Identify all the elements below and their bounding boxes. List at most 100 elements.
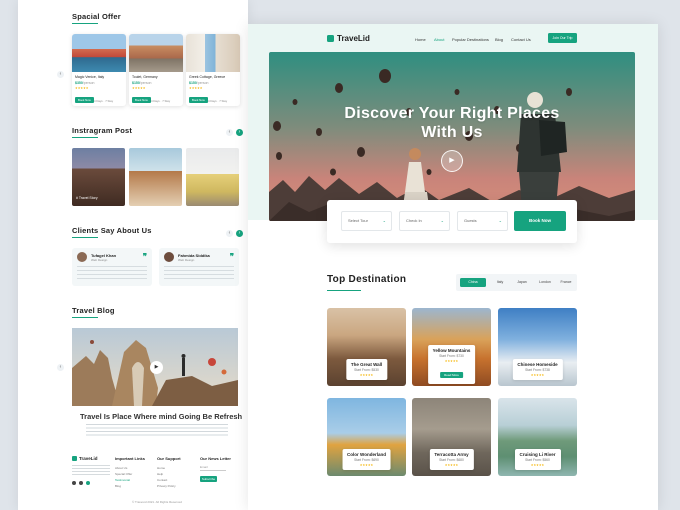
quote-icon: ❞ xyxy=(229,252,234,261)
footer-link[interactable]: Help xyxy=(157,472,163,476)
destination-card[interactable]: Yellow Mountains Start From: $730 ★★★★★ … xyxy=(412,308,491,386)
footer-link[interactable]: About Us xyxy=(115,466,127,470)
book-now-button[interactable]: Book Now xyxy=(189,97,208,103)
offer-image-greece xyxy=(186,34,240,72)
book-now-button[interactable]: Book Now xyxy=(514,211,566,231)
special-offer-title: Spacial Offer xyxy=(72,12,121,21)
select-tour-dropdown[interactable]: Select Tour ⌄ xyxy=(341,211,392,231)
destination-card[interactable]: Color Wonderland Start From: $690 ★★★★★ xyxy=(327,398,406,476)
testimonial-role: Web Design xyxy=(178,258,195,262)
clients-prev-button[interactable]: ‹ xyxy=(226,230,233,237)
logo-icon xyxy=(327,35,334,42)
nav-popular-destinations[interactable]: Popular Destinations xyxy=(452,37,489,42)
offer-image-venice xyxy=(72,34,126,72)
destination-name: Terracotta Army xyxy=(434,451,469,457)
destination-card[interactable]: Terracotta Army Start From: $680 ★★★★★ xyxy=(412,398,491,476)
special-offer-underline xyxy=(72,23,98,24)
nav-about[interactable]: About xyxy=(434,37,444,42)
hero-image: Discover Your Right Places With Us ▶ xyxy=(269,52,635,221)
nav-home[interactable]: Home xyxy=(415,37,426,42)
destination-price: Start From: $690 xyxy=(354,458,379,462)
destination-card[interactable]: Chinese Homeside Start From: $738 ★★★★★ xyxy=(498,308,577,386)
subscribe-button[interactable]: Subscribe xyxy=(200,476,217,482)
booking-search-box: Select Tour ⌄ Check In ⌄ Guests ⌄ Book Now xyxy=(327,200,577,243)
play-icon[interactable]: ▶ xyxy=(150,361,163,374)
book-now-button[interactable]: Book Now xyxy=(132,97,151,103)
blog-post-title[interactable]: Travel Is Place Where mind Going Be Refr… xyxy=(80,412,242,421)
nav-contact-us[interactable]: Contact Us xyxy=(511,37,531,42)
footer-link[interactable]: Testimonial xyxy=(115,478,130,482)
offer-price: $150/person xyxy=(132,81,152,85)
instagram-prev-button[interactable]: ‹ xyxy=(226,129,233,136)
rating-stars: ★★★★★ xyxy=(530,373,545,377)
facebook-icon[interactable] xyxy=(72,481,76,485)
instagram-post[interactable] xyxy=(129,148,182,206)
instagram-post-label: # Travel Story xyxy=(76,196,98,200)
twitter-icon[interactable] xyxy=(79,481,83,485)
avatar xyxy=(77,252,87,262)
avatar xyxy=(164,252,174,262)
guests-dropdown[interactable]: Guests ⌄ xyxy=(457,211,508,231)
instagram-post[interactable]: # Travel Story xyxy=(72,148,125,206)
offer-price: $350/person xyxy=(75,81,95,85)
offer-meta: 4 Days · 7 Stay xyxy=(208,99,228,103)
chevron-down-icon: ⌄ xyxy=(440,218,444,223)
rating-stars: ★★★★★ xyxy=(444,359,459,363)
rating-stars: ★★★★★ xyxy=(359,463,374,467)
destination-card[interactable]: The Great Wall Start From: $530 ★★★★★ xyxy=(327,308,406,386)
top-destination-underline xyxy=(327,290,361,291)
footer-link[interactable]: Home xyxy=(157,466,165,470)
blog-prev-button[interactable]: ‹ xyxy=(57,364,64,371)
check-in-dropdown[interactable]: Check In ⌄ xyxy=(399,211,450,231)
blog-post-excerpt xyxy=(86,424,228,438)
book-now-button[interactable]: Book Now xyxy=(75,97,94,103)
tab-japan[interactable]: Japan xyxy=(511,278,533,287)
newsletter-email-input[interactable]: Email xyxy=(200,465,226,471)
clients-underline xyxy=(72,237,98,238)
blog-image: ▶ xyxy=(72,328,238,406)
instagram-title: Instragram Post xyxy=(72,126,133,135)
destination-price: Start From: $738 xyxy=(525,368,550,372)
offer-card[interactable]: Greek Cottage, Greece $150/person ★★★★★ … xyxy=(186,34,240,106)
play-video-icon[interactable]: ▶ xyxy=(441,150,463,172)
footer-logo[interactable]: TraveLid xyxy=(72,456,98,462)
hero-title-line2: With Us xyxy=(421,124,483,141)
left-page: Spacial Offer ‹ Magic Venice, Italy $350… xyxy=(18,0,248,510)
destination-name: Chinese Homeside xyxy=(517,361,558,367)
footer-important-links-title: Important Links xyxy=(115,456,146,461)
chevron-down-icon: ⌄ xyxy=(382,218,386,223)
footer-link[interactable]: Special Offer xyxy=(115,472,132,476)
offer-card[interactable]: Magic Venice, Italy $350/person ★★★★★ Bo… xyxy=(72,34,126,106)
testimonial-role: Web Design xyxy=(91,258,108,262)
tab-italy[interactable]: Italy xyxy=(490,278,510,287)
read-more-button[interactable]: Read More xyxy=(440,372,463,378)
nav-blog[interactable]: Blog xyxy=(495,37,503,42)
copyright: © TraveLid 2021. All Rights Reserved xyxy=(132,500,182,504)
instagram-underline xyxy=(72,137,98,138)
offer-rating-stars: ★★★★★ xyxy=(75,86,89,90)
instagram-icon[interactable] xyxy=(86,481,90,485)
footer-link[interactable]: Blog xyxy=(115,484,121,488)
join-our-trip-button[interactable]: Join Our Trip xyxy=(548,33,577,43)
footer-link[interactable]: Contact xyxy=(157,478,167,482)
offer-meta: 4 Days · 7 Stay xyxy=(94,99,114,103)
tab-london[interactable]: London xyxy=(534,278,556,287)
instagram-post[interactable] xyxy=(186,148,239,206)
testimonial-text xyxy=(77,266,147,282)
special-offer-prev-button[interactable]: ‹ xyxy=(57,71,64,78)
tab-china[interactable]: China xyxy=(460,278,486,287)
destination-label: Color Wonderland Start From: $690 ★★★★★ xyxy=(342,448,391,470)
destination-label: Cruising Li River Start From: $560 ★★★★★ xyxy=(514,448,561,470)
destination-label: The Great Wall Start From: $530 ★★★★★ xyxy=(345,358,388,380)
offer-price: $150/person xyxy=(189,81,209,85)
footer-link[interactable]: Privacy Policy xyxy=(157,484,176,488)
destination-label: Chinese Homeside Start From: $738 ★★★★★ xyxy=(512,358,563,380)
instagram-next-button[interactable]: › xyxy=(236,129,243,136)
footer-newsletter-title: Our News Letter xyxy=(200,456,231,461)
offer-card[interactable]: Toulet, Germany $150/person ★★★★★ Book N… xyxy=(129,34,183,106)
clients-next-button[interactable]: › xyxy=(236,230,243,237)
tab-france[interactable]: France xyxy=(555,278,577,287)
destination-name: The Great Wall xyxy=(350,361,383,367)
brand-logo[interactable]: TraveLid xyxy=(327,34,370,43)
destination-card[interactable]: Cruising Li River Start From: $560 ★★★★★ xyxy=(498,398,577,476)
